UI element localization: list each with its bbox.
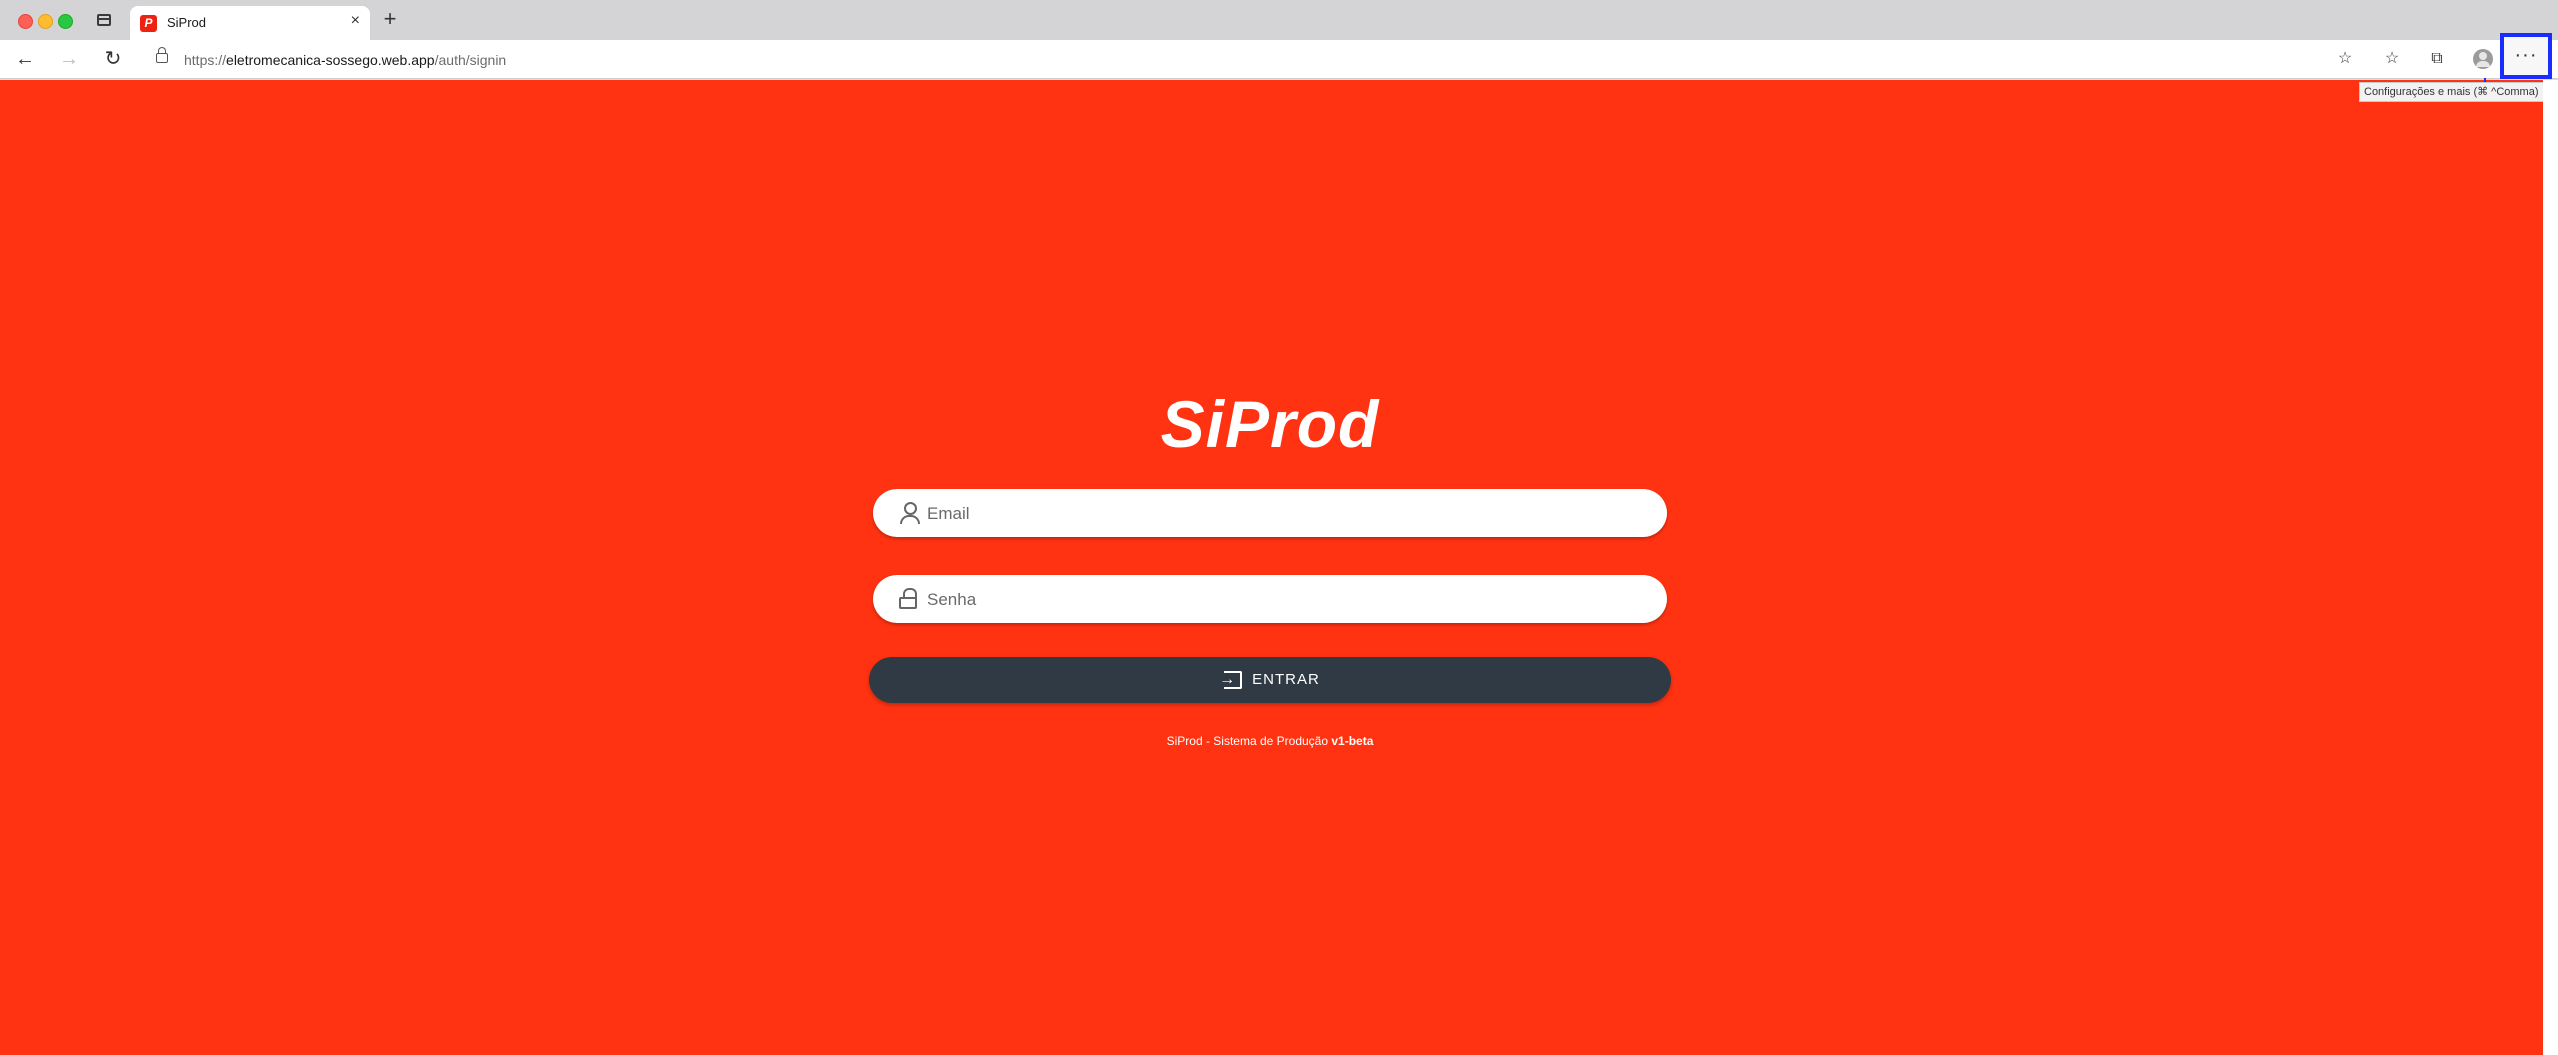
- lock-icon: [899, 588, 919, 610]
- address-bar[interactable]: https://eletromecanica-sossego.web.app/a…: [142, 44, 2342, 74]
- footer-text: SiProd - Sistema de Produção: [1166, 734, 1329, 748]
- login-button[interactable]: ENTRAR: [869, 657, 1671, 703]
- collections-icon[interactable]: ⧉: [2427, 49, 2447, 69]
- settings-and-more-button[interactable]: ···: [2500, 33, 2552, 79]
- siprod-favicon-icon: P: [140, 15, 157, 32]
- settings-tooltip: Configurações e mais (⌘ ^Comma): [2359, 82, 2544, 102]
- forward-arrow-icon[interactable]: →: [56, 46, 82, 72]
- window-right-edge: [2543, 80, 2558, 1055]
- tab-actions-icon[interactable]: [92, 10, 118, 30]
- new-tab-button[interactable]: +: [378, 6, 402, 32]
- close-window-button[interactable]: [18, 14, 33, 29]
- back-arrow-icon[interactable]: ←: [12, 46, 38, 72]
- email-input[interactable]: [925, 489, 1649, 539]
- login-icon: [1219, 657, 1243, 703]
- password-input[interactable]: [925, 575, 1649, 625]
- tab-siprod[interactable]: P SiProd ×: [130, 6, 370, 40]
- url-text[interactable]: https://eletromecanica-sossego.web.app/a…: [184, 52, 506, 68]
- minimize-window-button[interactable]: [38, 14, 53, 29]
- add-favorite-star-icon[interactable]: ☆: [2335, 49, 2355, 69]
- footer-version: v1-beta: [1331, 734, 1374, 748]
- email-field[interactable]: [873, 489, 1667, 539]
- lock-icon[interactable]: [156, 47, 168, 63]
- favorites-icon[interactable]: ☆: [2382, 49, 2402, 69]
- password-field[interactable]: [873, 575, 1667, 625]
- footer: SiProd - Sistema de Produção v1-beta: [0, 734, 2540, 748]
- profile-avatar-icon[interactable]: [2473, 49, 2493, 69]
- close-tab-icon[interactable]: ×: [351, 12, 360, 30]
- siprod-logo: SiProd: [1160, 387, 1380, 461]
- login-button-label: ENTRAR: [1252, 671, 1320, 688]
- browser-toolbar: ← → ↻ https://eletromecanica-sossego.web…: [0, 40, 2558, 79]
- reload-icon[interactable]: ↻: [100, 46, 126, 72]
- tab-title: SiProd: [167, 15, 207, 30]
- tab-strip: P SiProd × +: [0, 0, 2558, 40]
- browser-chrome: P SiProd × + ← → ↻ https://eletromecanic…: [0, 0, 2558, 80]
- user-icon: [899, 502, 920, 524]
- maximize-window-button[interactable]: [58, 14, 73, 29]
- login-button-content: ENTRAR: [1219, 657, 1320, 703]
